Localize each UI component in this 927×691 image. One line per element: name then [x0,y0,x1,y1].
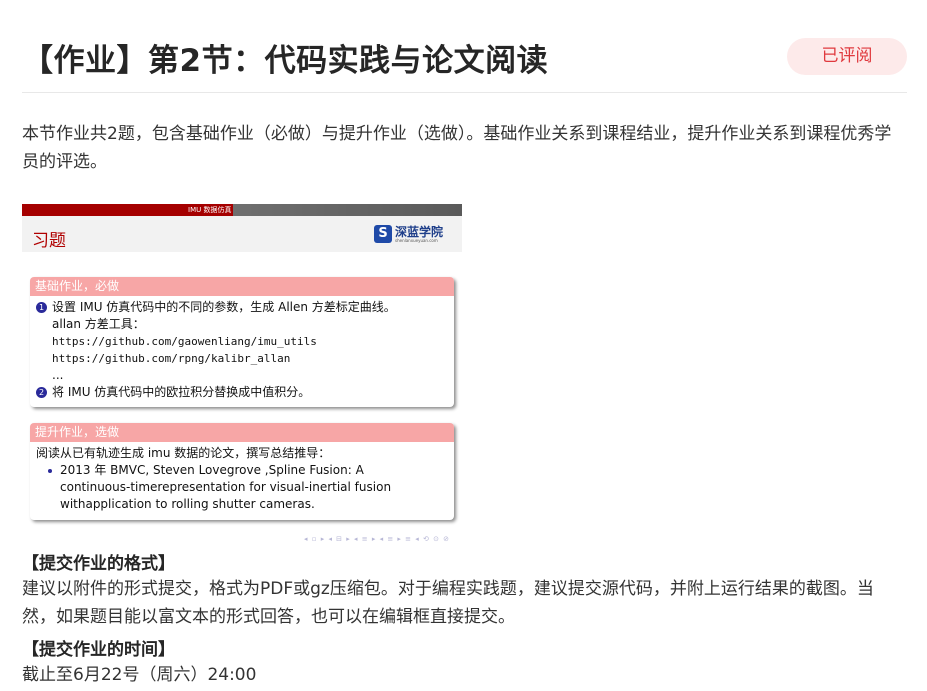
advanced-intro-text: 阅读从已有轨迹生成 imu 数据的论文，撰写总结推导： [36,446,331,460]
link-kalibr-allan: https://github.com/rpng/kalibr_allan [52,352,291,365]
paper-line-3: withapplication to rolling shutter camer… [60,497,315,511]
slide-top-bar-label: IMU 数据仿真 [188,206,232,214]
advanced-assignment-block: 提升作业，选做 阅读从已有轨迹生成 imu 数据的论文，撰写总结推导： 2013… [30,423,454,520]
enum-item-text: 设置 IMU 仿真代码中的不同的参数，生成 Allen 方差标定曲线。 [52,300,396,314]
shenlan-logo: S 深蓝学院 shenlanxueyuan.com [374,224,454,246]
advanced-block-heading: 提升作业，选做 [30,423,454,442]
paper-bullet: 2013 年 BMVC, Steven Lovegrove ,Spline Fu… [36,462,448,513]
page-title: 【作业】第2节：代码实践与论文阅读 [22,43,549,79]
beamer-nav-icons: ◂ ▫ ▸ ◂ ⊟ ▸ ◂ ≡ ▸ ◂ ≡ ▸ ≡ ◂ ⟲ ⊙ ⊘ [304,535,451,543]
basic-block-heading: 基础作业，必做 [30,277,454,296]
logo-subtext: shenlanxueyuan.com [395,238,438,243]
page-header: 【作业】第2节：代码实践与论文阅读 已评阅 [22,20,907,93]
assignment-slide-image: IMU 数据仿真 习题 S 深蓝学院 shenlanxueyuan.com 基础… [22,204,462,547]
basic-assignment-block: 基础作业，必做 1 设置 IMU 仿真代码中的不同的参数，生成 Allen 方差… [30,277,454,407]
tools-label: allan 方差工具： [52,317,145,331]
assignment-intro: 本节作业共2题，包含基础作业（必做）与提升作业（选做）。基础作业关系到课程结业，… [22,124,892,172]
enum-item-text: 将 IMU 仿真代码中的欧拉积分替换成中值积分。 [52,385,311,399]
paper-line-2: continuous-timerepresentation for visual… [60,480,392,494]
deadline-heading: 【提交作业的时间】 [22,640,175,660]
enum-item-2: 2 将 IMU 仿真代码中的欧拉积分替换成中值积分。 [36,384,448,401]
link-imu-utils: https://github.com/gaowenliang/imu_utils [52,335,317,348]
enum-number-icon: 2 [36,387,47,398]
slide-top-bar: IMU 数据仿真 [22,204,462,216]
slide-title: 习题 [32,231,66,251]
deadline-text: 截止至6月22号（周六）24:00 [22,665,257,685]
enum-item-1: 1 设置 IMU 仿真代码中的不同的参数，生成 Allen 方差标定曲线。 [36,299,448,316]
format-heading: 【提交作业的格式】 [22,554,175,574]
slide-title-bar: 习题 S 深蓝学院 shenlanxueyuan.com [22,216,462,252]
bullet-icon [48,469,52,473]
status-badge: 已评阅 [787,38,907,75]
logo-s-icon: S [374,225,392,243]
enum-number-icon: 1 [36,302,47,313]
paper-line-1: 2013 年 BMVC, Steven Lovegrove ,Spline Fu… [60,463,364,477]
ellipsis-text: ... [52,368,64,382]
format-text: 建议以附件的形式提交，格式为PDF或gz压缩包。对于编程实践题，建议提交源代码，… [22,579,874,627]
